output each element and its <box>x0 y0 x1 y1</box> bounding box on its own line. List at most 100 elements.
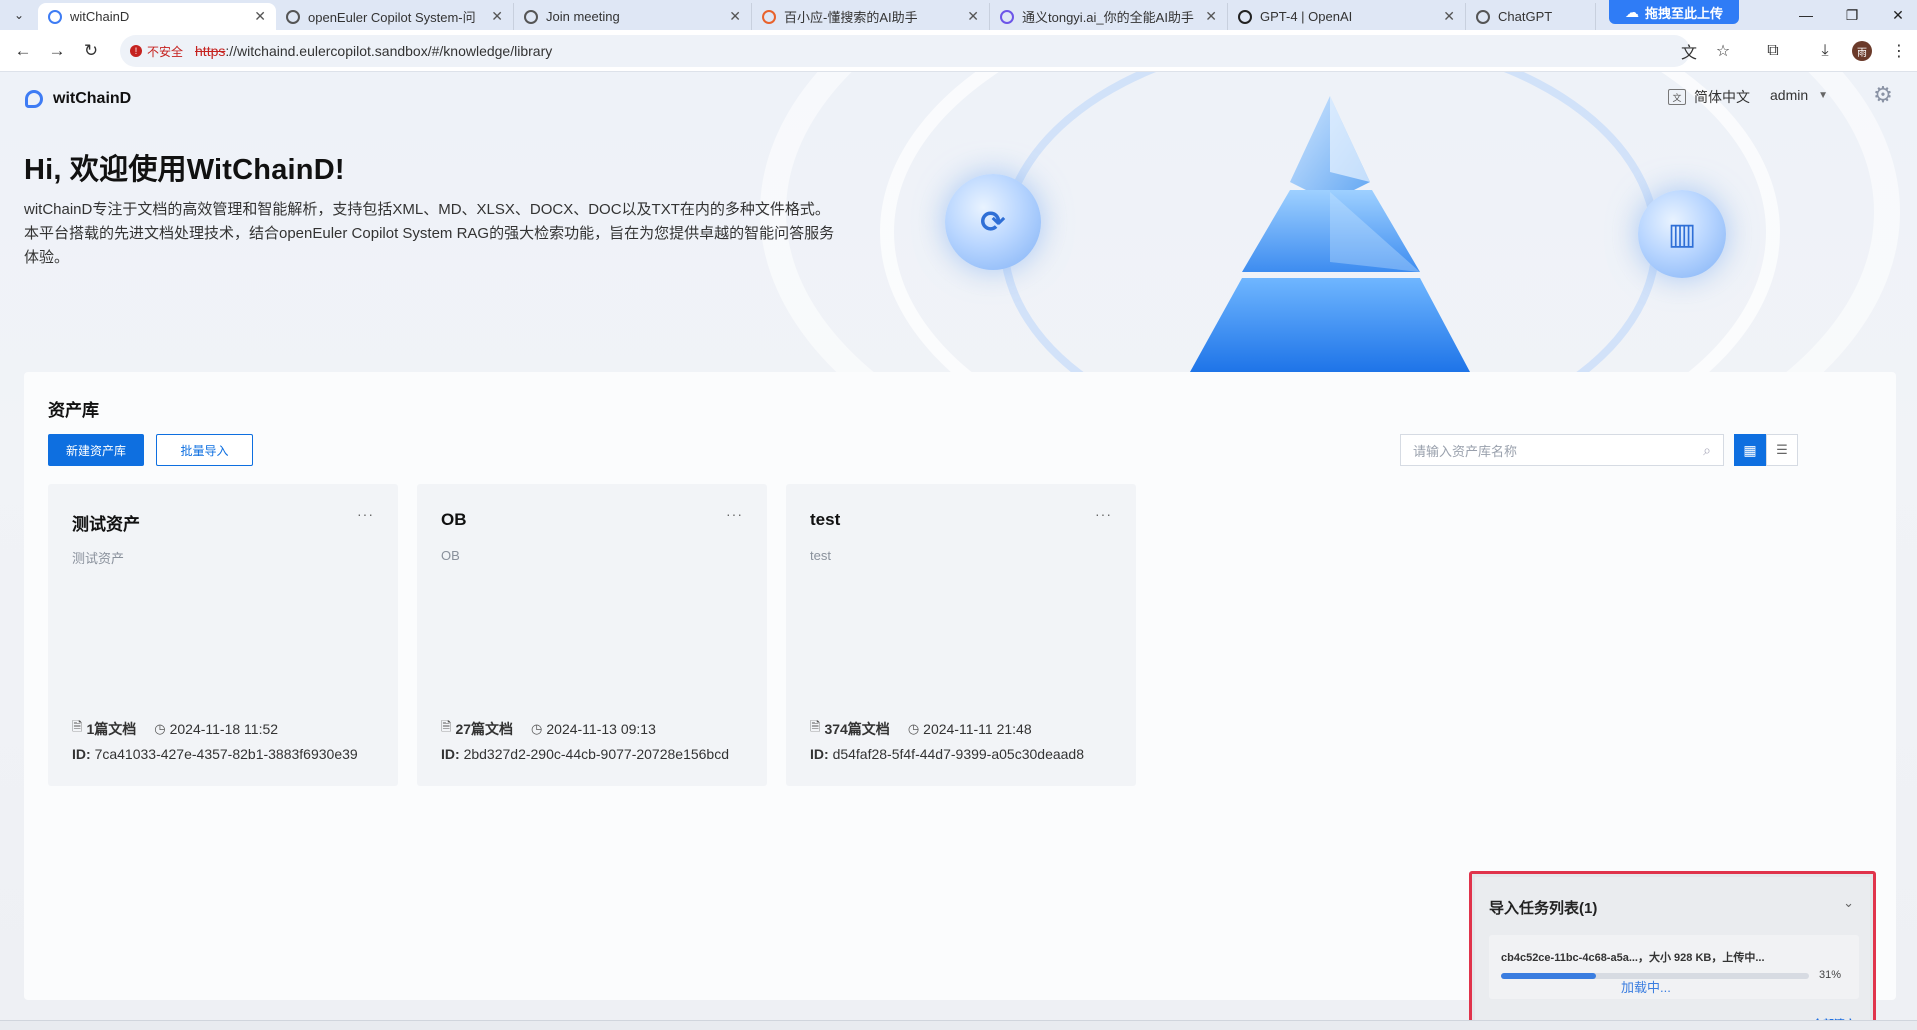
cloud-icon: ☁ <box>1624 3 1639 20</box>
browser-tab[interactable]: 百小应-懂搜索的AI助手 ✕ <box>752 3 990 30</box>
caret-down-icon: ▼ <box>1818 89 1829 101</box>
import-task-panel: 导入任务列表(1) ⌄ cb4c52ce-11bc-4c68-a5a...，大小… <box>1469 871 1876 1030</box>
task-item: cb4c52ce-11bc-4c68-a5a...，大小 928 KB，上传中.… <box>1489 935 1859 999</box>
language-icon: 文 <box>1668 89 1686 105</box>
new-library-button[interactable]: 新建资产库 <box>48 434 144 466</box>
insecure-label: 不安全 <box>147 44 184 59</box>
browser-tab[interactable]: ChatGPT <box>1466 3 1596 30</box>
more-options-icon[interactable]: ··· <box>726 506 743 522</box>
status-bar <box>0 1020 1917 1030</box>
card-title: 测试资产 <box>72 515 140 534</box>
bookmark-star-icon[interactable]: ☆ <box>1706 34 1740 68</box>
browser-tab[interactable]: Join meeting ✕ <box>514 3 752 30</box>
drag-upload-button[interactable]: ☁ 拖拽至此上传 <box>1609 0 1739 24</box>
browser-tab[interactable]: openEuler Copilot System-问 ✕ <box>276 3 514 30</box>
section-title: 资产库 <box>48 401 99 420</box>
minimize-icon[interactable]: — <box>1786 0 1826 30</box>
card-title: test <box>810 510 841 529</box>
more-options-icon[interactable]: ··· <box>357 506 374 522</box>
url-field[interactable]: ! 不安全 https://witchaind.eulercopilot.san… <box>120 35 1690 67</box>
favicon-icon <box>1238 9 1252 24</box>
page: ⟳ ▥ witChainD 文 简体中文 admin ▼ ⚙ Hi, 欢迎使用W… <box>0 72 1917 1030</box>
card-description: test <box>810 548 831 563</box>
back-icon[interactable]: ← <box>6 34 40 68</box>
favicon-icon <box>762 9 776 24</box>
favicon-icon <box>1476 9 1490 24</box>
url-path: ://witchaind.eulercopilot.sandbox/#/know… <box>225 43 553 59</box>
hero-title: Hi, 欢迎使用WitChainD! <box>24 154 345 186</box>
language-label: 简体中文 <box>1694 89 1750 105</box>
user-menu[interactable]: admin ▼ <box>1770 87 1828 103</box>
translate-icon[interactable]: 文 <box>1672 34 1706 68</box>
card-id-label: ID: <box>72 746 91 762</box>
card-meta: 🗎 374篇文档 ◷ 2024-11-11 21:48 <box>810 718 1032 740</box>
document-icon: 🗎 <box>72 719 83 734</box>
browser-tab[interactable]: witChainD ✕ <box>38 3 276 30</box>
browser-tab[interactable]: 通义tongyi.ai_你的全能AI助手 ✕ <box>990 3 1228 30</box>
tab-title: 百小应-懂搜索的AI助手 <box>784 10 918 25</box>
address-bar: ← → ↻ ! 不安全 https://witchaind.eulercopil… <box>0 30 1917 72</box>
clock-icon: ◷ <box>531 721 543 736</box>
drag-upload-label: 拖拽至此上传 <box>1644 5 1723 21</box>
chevron-down-icon[interactable]: ⌄ <box>1843 895 1854 911</box>
batch-import-button[interactable]: 批量导入 <box>156 434 253 466</box>
asset-library-card[interactable]: 测试资产 ··· 测试资产 🗎 1篇文档 ◷ 2024-11-18 11:52 ID: 7ca… <box>48 484 398 786</box>
doc-count: 374篇文档 <box>824 721 890 737</box>
library-search-input[interactable]: 请输入资产库名称 ⌕ <box>1400 434 1724 466</box>
forward-icon[interactable]: → <box>40 34 74 68</box>
card-id-value: d54faf28-5f4f-44d7-9399-a05c30deaad8 <box>832 746 1084 762</box>
profile-initial: 雨 <box>1852 41 1872 61</box>
tab-close-icon[interactable]: ✕ <box>967 8 979 25</box>
user-name: admin <box>1770 87 1809 103</box>
progress-fill <box>1501 973 1597 979</box>
card-id: ID: 7ca41033-427e-4357-82b1-3883f6930e39 <box>72 746 358 762</box>
list-view-icon[interactable]: ☰ <box>1766 434 1798 466</box>
tab-close-icon[interactable]: ✕ <box>254 8 266 25</box>
sync-orb-icon: ⟳ <box>945 174 1041 270</box>
reload-icon[interactable]: ↻ <box>74 34 108 68</box>
tab-search-icon[interactable]: ⌄ <box>0 0 38 30</box>
favicon-icon <box>1000 9 1014 24</box>
card-id-label: ID: <box>810 746 829 762</box>
maximize-icon[interactable]: ❐ <box>1832 0 1872 30</box>
tab-close-icon[interactable]: ✕ <box>491 8 503 25</box>
gear-icon[interactable]: ⚙ <box>1870 82 1896 108</box>
download-icon[interactable]: ⤓ <box>1808 34 1842 68</box>
card-id: ID: d54faf28-5f4f-44d7-9399-a05c30deaad8 <box>810 746 1084 762</box>
language-switcher[interactable]: 文 简体中文 <box>1668 87 1750 107</box>
card-title: OB <box>441 510 467 529</box>
profile-avatar[interactable]: 雨 <box>1845 34 1879 68</box>
clock-icon: ◷ <box>907 721 920 736</box>
tab-title: GPT-4 | OpenAI <box>1260 9 1353 24</box>
browser-tab[interactable]: GPT-4 | OpenAI ✕ <box>1228 3 1466 30</box>
tab-title: openEuler Copilot System-问 <box>308 10 476 25</box>
insecure-badge[interactable]: ! 不安全 <box>130 43 183 60</box>
favicon-icon <box>524 9 538 24</box>
close-window-icon[interactable]: ✕ <box>1878 0 1917 30</box>
tab-title: Join meeting <box>546 9 620 24</box>
card-date: 2024-11-11 21:48 <box>923 721 1032 737</box>
grid-view-icon[interactable]: ▦ <box>1734 434 1766 466</box>
document-icon: 🗎 <box>441 719 452 734</box>
tab-close-icon[interactable]: ✕ <box>729 8 741 25</box>
clock-icon: ◷ <box>154 721 166 736</box>
app-name: witChainD <box>53 90 132 107</box>
loading-label: 加载中... <box>1621 980 1671 995</box>
app-logo[interactable]: witChainD <box>25 90 131 108</box>
card-id-value: 2bd327d2-290c-44cb-9077-20728e156bcd <box>463 746 730 762</box>
asset-library-card[interactable]: OB ··· OB 🗎 27篇文档 ◷ 2024-11-13 09:13 ID: 2bd327… <box>417 484 767 786</box>
search-placeholder: 请输入资产库名称 <box>1413 443 1518 459</box>
card-id-value: 7ca41033-427e-4357-82b1-3883f6930e39 <box>94 746 358 762</box>
browser-menu-icon[interactable]: ⋮ <box>1882 34 1916 68</box>
tab-close-icon[interactable]: ✕ <box>1205 8 1217 25</box>
search-icon[interactable]: ⌕ <box>1703 442 1711 459</box>
card-description: 测试资产 <box>72 551 125 566</box>
asset-library-card[interactable]: test ··· test 🗎 374篇文档 ◷ 2024-11-11 21:48 ID: d… <box>786 484 1136 786</box>
task-item-text: cb4c52ce-11bc-4c68-a5a...，大小 928 KB，上传中.… <box>1501 952 1765 964</box>
doc-count: 1篇文档 <box>86 721 137 737</box>
extensions-icon[interactable]: ⧉ <box>1756 34 1790 68</box>
document-icon: 🗎 <box>810 719 821 734</box>
more-options-icon[interactable]: ··· <box>1095 506 1112 522</box>
tab-close-icon[interactable]: ✕ <box>1443 8 1455 25</box>
task-panel-title: 导入任务列表(1) <box>1489 900 1598 917</box>
